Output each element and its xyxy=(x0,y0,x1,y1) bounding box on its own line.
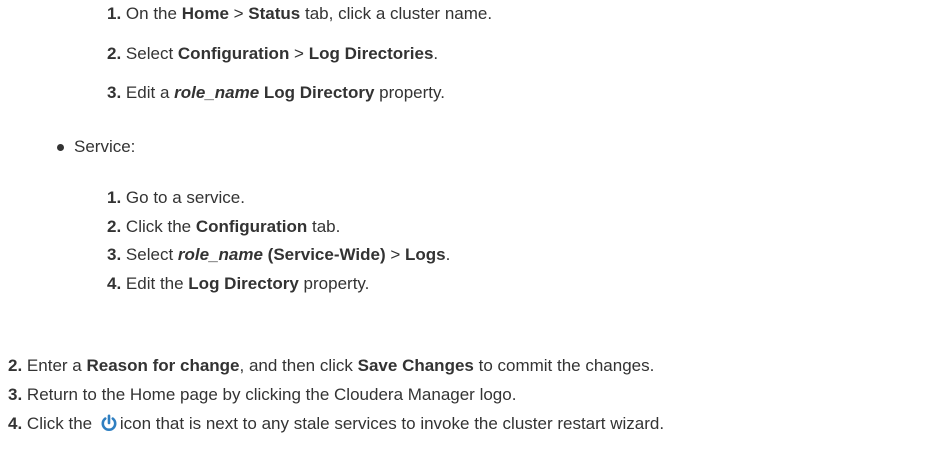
status-label: Status xyxy=(248,4,301,23)
step-text: > xyxy=(289,44,309,63)
main-step-3: 3. Return to the Home page by clicking t… xyxy=(8,384,516,406)
step-number: 3. xyxy=(107,245,122,264)
step-text: Enter a xyxy=(26,356,87,375)
bullet-icon xyxy=(57,144,64,151)
step-number: 2. xyxy=(107,217,122,236)
cluster-step-1: 1. On the Home > Status tab, click a clu… xyxy=(107,3,492,25)
step-text: . xyxy=(433,44,439,63)
step-text: Select xyxy=(125,245,178,264)
power-icon xyxy=(100,414,118,432)
log-directory-label: Log Directory xyxy=(188,274,299,293)
service-step-2: 2. Click the Configuration tab. xyxy=(107,216,340,238)
step-number: 4. xyxy=(8,414,23,433)
role-name-label: role_name xyxy=(174,83,260,102)
log-directory-label: Log Directory xyxy=(259,83,375,102)
step-text: icon that is next to any stale services … xyxy=(119,414,665,433)
step-number: 4. xyxy=(107,274,122,293)
cluster-step-2: 2. Select Configuration > Log Directorie… xyxy=(107,43,438,65)
step-number: 3. xyxy=(107,83,122,102)
step-text: Click the xyxy=(26,414,97,433)
cluster-step-3: 3. Edit a role_name Log Directory proper… xyxy=(107,82,445,104)
step-text: property. xyxy=(374,83,445,102)
step-text: Edit the xyxy=(125,274,189,293)
service-step-4: 4. Edit the Log Directory property. xyxy=(107,273,369,295)
step-text: , and then click xyxy=(239,356,358,375)
service-wide-label: (Service-Wide) xyxy=(262,245,386,264)
step-text: Return to the Home page by clicking the … xyxy=(26,385,517,404)
step-text: property. xyxy=(298,274,370,293)
configuration-label: Configuration xyxy=(177,44,290,63)
role-name-label: role_name xyxy=(177,245,263,264)
service-step-1: 1. Go to a service. xyxy=(107,187,245,209)
configuration-label: Configuration xyxy=(195,217,308,236)
main-step-4: 4. Click the icon that is next to any st… xyxy=(8,413,664,435)
log-directories-label: Log Directories xyxy=(308,44,434,63)
step-number: 2. xyxy=(8,356,23,375)
step-text: Edit a xyxy=(125,83,175,102)
step-text: tab. xyxy=(307,217,341,236)
step-text: > xyxy=(228,4,249,23)
step-text: > xyxy=(385,245,405,264)
main-step-2: 2. Enter a Reason for change, and then c… xyxy=(8,355,654,377)
step-number: 2. xyxy=(107,44,122,63)
step-text: On the xyxy=(125,4,182,23)
logs-label: Logs xyxy=(405,245,446,264)
step-text: to commit the changes. xyxy=(473,356,655,375)
service-bullet-text: Service: xyxy=(74,137,136,156)
step-number: 1. xyxy=(107,4,122,23)
home-label: Home xyxy=(181,4,229,23)
save-changes-label: Save Changes xyxy=(357,356,474,375)
reason-for-change-label: Reason for change xyxy=(86,356,240,375)
step-text: Go to a service. xyxy=(125,188,245,207)
service-step-3: 3. Select role_name (Service-Wide) > Log… xyxy=(107,244,450,266)
step-text: tab, click a cluster name. xyxy=(300,4,493,23)
step-text: Click the xyxy=(125,217,196,236)
step-text: . xyxy=(445,245,451,264)
step-number: 3. xyxy=(8,385,23,404)
step-text: Select xyxy=(125,44,178,63)
step-number: 1. xyxy=(107,188,122,207)
